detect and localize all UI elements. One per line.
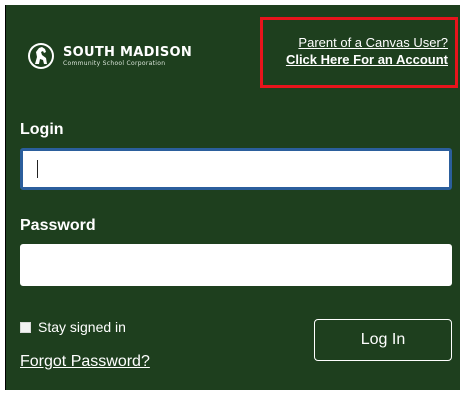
school-subtitle: Community School Corporation xyxy=(63,59,166,67)
school-name: SOUTH MADISON xyxy=(63,44,193,60)
password-label: Password xyxy=(20,217,96,234)
text-caret xyxy=(37,160,38,178)
login-panel: SOUTH MADISON Community School Corporati… xyxy=(5,5,460,390)
stay-signed-in-option[interactable]: Stay signed in xyxy=(20,319,126,335)
login-input[interactable] xyxy=(20,148,452,190)
school-logo: SOUTH MADISON Community School Corporati… xyxy=(27,42,192,70)
create-parent-account-link[interactable]: Click Here For an Account xyxy=(263,51,448,68)
forgot-password-link[interactable]: Forgot Password? xyxy=(20,353,150,371)
login-label: Login xyxy=(20,121,64,138)
stay-signed-in-label: Stay signed in xyxy=(38,319,126,335)
school-name-block: SOUTH MADISON Community School Corporati… xyxy=(63,46,192,67)
parent-account-callout: Parent of a Canvas User? Click Here For … xyxy=(260,17,458,88)
password-input[interactable] xyxy=(20,244,452,286)
stay-signed-in-checkbox[interactable] xyxy=(20,321,31,333)
mustang-horse-emblem-icon xyxy=(28,43,54,69)
parent-canvas-user-link[interactable]: Parent of a Canvas User? xyxy=(263,34,448,51)
log-in-button[interactable]: Log In xyxy=(314,319,452,361)
